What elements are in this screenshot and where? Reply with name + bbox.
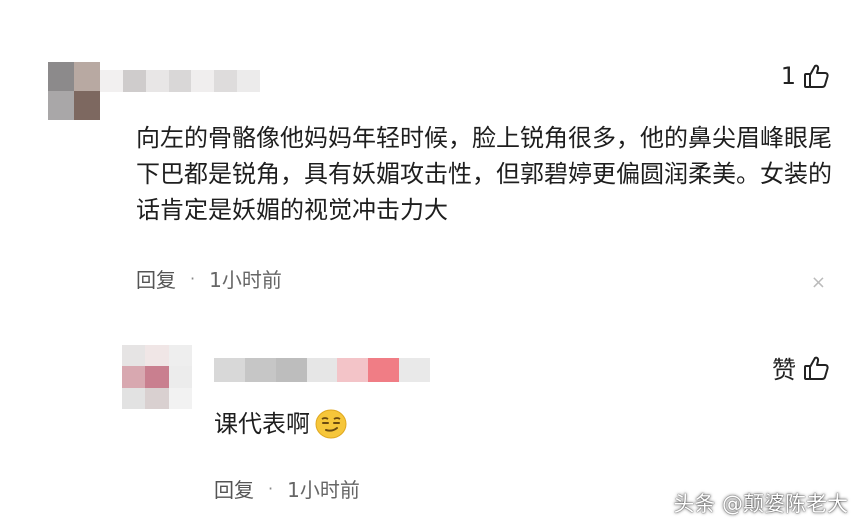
blur-block [122, 366, 146, 388]
blur-block [145, 366, 169, 388]
blur-block [368, 358, 400, 382]
username-blurred[interactable] [214, 358, 430, 382]
blur-block [191, 70, 215, 92]
blur-block [275, 358, 307, 382]
blur-block [48, 91, 74, 120]
comment-text: 课代表啊 [214, 410, 310, 438]
blur-block [168, 70, 192, 92]
blur-block [145, 70, 169, 92]
close-icon[interactable]: × [811, 272, 826, 293]
blur-block [100, 70, 123, 92]
blur-block [122, 345, 146, 367]
blur-block [237, 70, 260, 92]
blur-block [48, 62, 74, 91]
comment-text-row: 课代表啊 [214, 406, 348, 442]
blur-block [399, 358, 430, 382]
like-button[interactable]: 1 [781, 62, 830, 90]
timestamp: 1小时前 [287, 478, 360, 502]
blur-block [168, 366, 192, 388]
blur-block [214, 358, 245, 382]
watermark: 头条 @颠婆陈老大 [673, 492, 848, 516]
thumbs-up-icon [802, 62, 830, 90]
blur-block [74, 62, 100, 91]
username-blurred[interactable] [100, 70, 260, 92]
timestamp: 1小时前 [209, 268, 282, 292]
blur-block [122, 387, 146, 409]
blur-block [122, 70, 146, 92]
reply-button[interactable]: 回复 [214, 474, 254, 503]
comment-text: 向左的骨骼像他妈妈年轻时候，脸上锐角很多，他的鼻尖眉峰眼尾下巴都是锐角，具有妖媚… [136, 124, 832, 224]
comment-meta: 回复 · 1小时前 [214, 474, 360, 503]
blur-block [337, 358, 369, 382]
meta-separator: · [190, 269, 196, 288]
blur-block [306, 358, 338, 382]
like-button[interactable]: 赞 [772, 350, 830, 385]
thumbs-up-icon [802, 354, 830, 382]
blur-block [145, 387, 169, 409]
meta-separator: · [268, 479, 274, 498]
like-count: 1 [780, 62, 796, 90]
reply-button[interactable]: 回复 [136, 264, 176, 293]
smirk-face-emoji-icon [314, 408, 348, 440]
avatar[interactable] [122, 345, 192, 409]
like-label: 赞 [772, 356, 796, 384]
blur-block [244, 358, 276, 382]
blur-block [214, 70, 238, 92]
blur-block [145, 345, 169, 367]
blur-block [168, 387, 192, 409]
avatar[interactable] [48, 62, 100, 120]
blur-block [168, 345, 192, 367]
comment-meta: 回复 · 1小时前 [136, 264, 282, 293]
blur-block [74, 91, 100, 120]
